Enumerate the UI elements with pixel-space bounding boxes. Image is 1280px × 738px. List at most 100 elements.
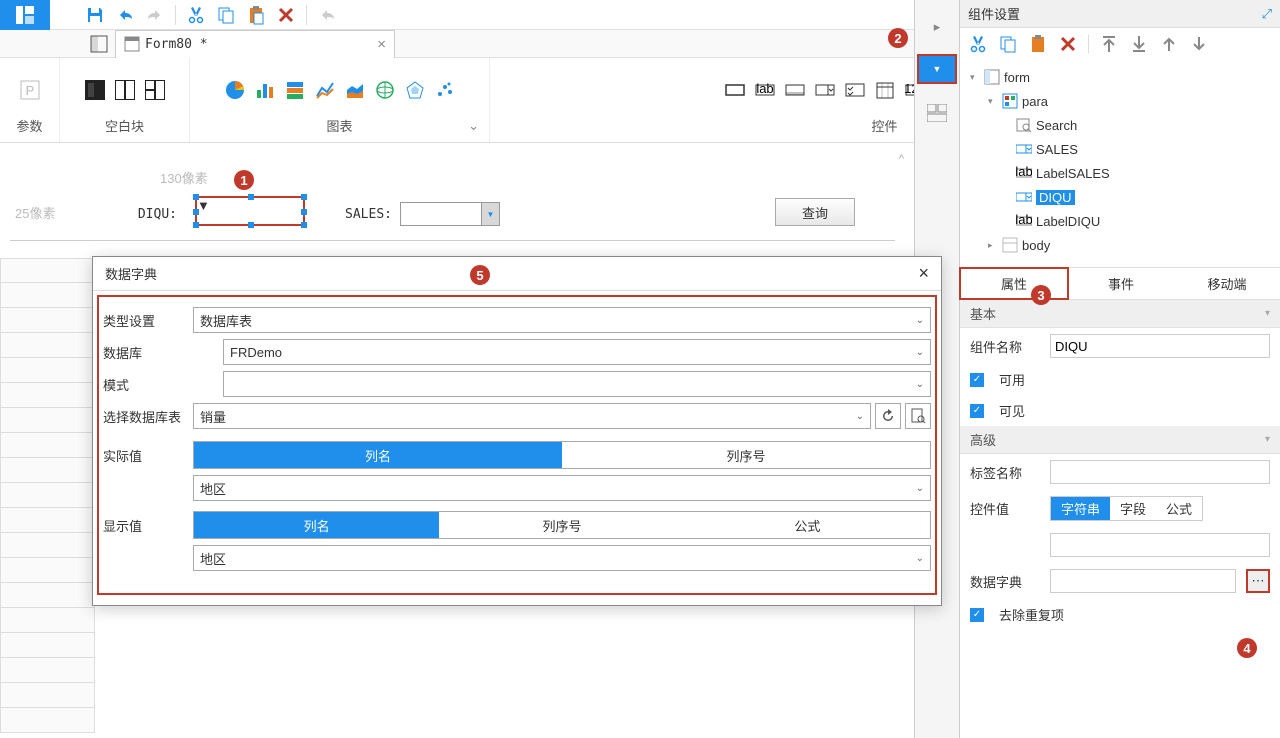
panel-bottom-icon[interactable] <box>1129 34 1149 54</box>
seg-string[interactable]: 字符串 <box>1051 497 1110 520</box>
delete-button[interactable] <box>271 0 301 30</box>
panel-down-icon[interactable] <box>1189 34 1209 54</box>
tree-node-para[interactable]: ▾para <box>970 89 1270 113</box>
component-tree: ▾form ▾para Search SALES labLabelSALES D… <box>960 60 1280 268</box>
copy-button[interactable] <box>211 0 241 30</box>
scatter-icon[interactable] <box>435 80 455 100</box>
pie-chart-icon[interactable] <box>225 80 245 100</box>
tag-name-input[interactable] <box>1050 460 1270 484</box>
seg-field[interactable]: 字段 <box>1110 497 1156 520</box>
widget-combo-icon[interactable] <box>815 80 835 100</box>
enabled-checkbox[interactable]: ✓ <box>970 373 984 387</box>
section-basic[interactable]: 基本▾ <box>960 300 1280 328</box>
ribbon-widgets-label: 控件 <box>871 116 897 135</box>
panel-copy-icon[interactable] <box>998 34 1018 54</box>
dialog-close-icon[interactable]: × <box>918 263 929 284</box>
display-value-seg: 列名 列序号 公式 <box>193 511 931 539</box>
widget-text-icon[interactable] <box>725 80 745 100</box>
data-dict-browse-button[interactable]: ⋯ <box>1246 569 1270 593</box>
undo-button[interactable] <box>110 0 140 30</box>
section-advanced[interactable]: 高级▾ <box>960 426 1280 454</box>
area-chart-icon[interactable] <box>345 80 365 100</box>
rail-dropdown-button[interactable]: ▼ <box>917 54 957 84</box>
close-tab-icon[interactable]: × <box>377 36 386 53</box>
data-dict-input[interactable] <box>1050 569 1236 593</box>
cut-button[interactable] <box>181 0 211 30</box>
widget-button-icon[interactable] <box>785 80 805 100</box>
line-chart-icon[interactable] <box>315 80 335 100</box>
panel-expand-icon[interactable]: ⤢ <box>1262 6 1272 22</box>
annotation-2: 2 <box>888 28 908 48</box>
database-select[interactable]: FRDemo⌄ <box>223 339 931 365</box>
panel-up-icon[interactable] <box>1159 34 1179 54</box>
panel-toolbar <box>960 28 1280 60</box>
refresh-button[interactable] <box>875 403 901 429</box>
panel-delete-icon[interactable] <box>1058 34 1078 54</box>
sales-dropdown-icon[interactable]: ▼ <box>481 203 499 225</box>
app-logo <box>0 0 50 30</box>
diqu-combo-selected[interactable]: ▼ <box>195 196 305 226</box>
format-painter-button[interactable] <box>312 0 342 30</box>
tree-node-sales[interactable]: SALES <box>970 137 1270 161</box>
seg-formula[interactable]: 公式 <box>1156 497 1202 520</box>
tree-node-labelsales[interactable]: labLabelSALES <box>970 161 1270 185</box>
panel-cut-icon[interactable] <box>968 34 988 54</box>
row-headers <box>0 258 95 733</box>
sales-combo[interactable]: ▼ <box>400 202 500 226</box>
query-button[interactable]: 查询 <box>775 198 855 226</box>
display-column-select[interactable]: 地区⌄ <box>193 545 931 571</box>
scroll-up-icon[interactable]: ^ <box>899 153 904 165</box>
tree-node-body[interactable]: ▸body <box>970 233 1270 257</box>
visible-checkbox[interactable]: ✓ <box>970 404 984 418</box>
block-split-h-icon[interactable] <box>145 80 165 100</box>
dedupe-checkbox[interactable]: ✓ <box>970 608 984 622</box>
save-button[interactable] <box>80 0 110 30</box>
panel-top-icon[interactable] <box>1099 34 1119 54</box>
preview-button[interactable] <box>905 403 931 429</box>
redo-button[interactable] <box>140 0 170 30</box>
file-tab[interactable]: Form80 * × <box>115 30 395 58</box>
schema-select[interactable]: ⌄ <box>223 371 931 397</box>
rail-layout-icon[interactable] <box>917 98 957 128</box>
tree-node-form[interactable]: ▾form <box>970 65 1270 89</box>
globe-icon[interactable] <box>375 80 395 100</box>
table-select[interactable]: 销量⌄ <box>193 403 871 429</box>
tab-events[interactable]: 事件 <box>1068 268 1174 299</box>
widget-label-icon[interactable]: lab <box>755 80 775 100</box>
actual-colname[interactable]: 列名 <box>194 442 562 468</box>
widget-date-icon[interactable] <box>875 80 895 100</box>
block-split-v-icon[interactable] <box>115 80 135 100</box>
tree-node-diqu[interactable]: DIQU <box>970 185 1270 209</box>
diqu-dropdown-icon[interactable]: ▼ <box>197 198 303 213</box>
type-setting-select[interactable]: 数据库表⌄ <box>193 307 931 333</box>
paste-button[interactable] <box>241 0 271 30</box>
tree-node-labeldiqu[interactable]: labLabelDIQU <box>970 209 1270 233</box>
display-colidx[interactable]: 列序号 <box>439 512 684 538</box>
display-value-label: 显示值 <box>103 516 193 535</box>
param-icon[interactable]: P <box>19 79 41 101</box>
annotation-4: 4 <box>1237 638 1257 658</box>
tree-node-search[interactable]: Search <box>970 113 1270 137</box>
widget-value-input[interactable] <box>1050 533 1270 557</box>
block-full-icon[interactable] <box>85 80 105 100</box>
charts-expand-icon[interactable]: ⌄ <box>468 118 479 134</box>
view-mode-icon[interactable] <box>85 32 113 56</box>
display-formula[interactable]: 公式 <box>685 512 930 538</box>
tab-mobile[interactable]: 移动端 <box>1174 268 1280 299</box>
widget-checklist-icon[interactable] <box>845 80 865 100</box>
actual-colidx[interactable]: 列序号 <box>562 442 930 468</box>
comp-name-input[interactable] <box>1050 334 1270 358</box>
actual-column-select[interactable]: 地区⌄ <box>193 475 931 501</box>
widget-value-segmented: 字符串 字段 公式 <box>1050 496 1203 521</box>
tab-attributes[interactable]: 属性 <box>959 267 1069 300</box>
display-colname[interactable]: 列名 <box>194 512 439 538</box>
height-measure: 25像素 <box>15 203 55 222</box>
panel-paste-icon[interactable] <box>1028 34 1048 54</box>
annotation-3: 3 <box>1031 285 1051 305</box>
comp-name-label: 组件名称 <box>970 337 1040 356</box>
rail-expand-icon[interactable]: ▸ <box>917 12 957 42</box>
bar-chart-icon[interactable] <box>255 80 275 100</box>
radar-icon[interactable] <box>405 80 425 100</box>
stack-chart-icon[interactable] <box>285 80 305 100</box>
actual-value-seg: 列名 列序号 <box>193 441 931 469</box>
